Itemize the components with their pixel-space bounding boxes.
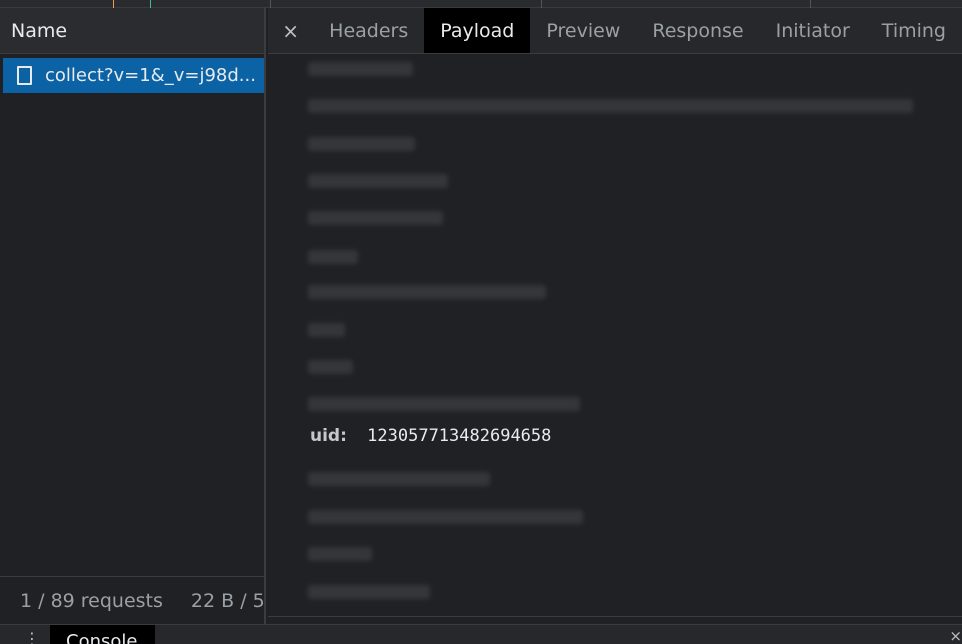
request-row-collect[interactable]: collect?v=1&_v=j98d... <box>3 58 264 93</box>
overview-marker-orange <box>113 0 114 8</box>
document-icon <box>17 66 32 85</box>
uid-key: uid: <box>310 426 347 446</box>
tab-console[interactable]: Console <box>50 625 155 644</box>
details-bottom-border <box>268 616 962 624</box>
blurred-payload-row <box>308 211 443 225</box>
blurred-payload-row <box>308 285 546 299</box>
tab-response[interactable]: Response <box>636 8 759 53</box>
overview-marker-teal <box>150 0 151 8</box>
tab-initiator[interactable]: Initiator <box>760 8 866 53</box>
request-list-footer: 1 / 89 requests 22 B / 5. <box>0 576 264 624</box>
bottom-drawer: ⋮ Console × <box>0 624 962 644</box>
blurred-payload-row <box>308 472 490 486</box>
blurred-payload-row <box>308 174 448 188</box>
tab-headers[interactable]: Headers <box>313 8 424 53</box>
transferred-size: 22 B / 5. <box>190 589 264 612</box>
blurred-payload-row <box>308 585 430 599</box>
name-column-label: Name <box>11 19 68 42</box>
request-count: 1 / 89 requests <box>20 589 163 612</box>
blurred-payload-row <box>308 250 358 264</box>
payload-uid-row: uid: 123057713482694658 <box>310 426 551 446</box>
tab-payload[interactable]: Payload <box>424 8 531 53</box>
tab-preview[interactable]: Preview <box>530 8 636 53</box>
payload-content: uid: 123057713482694658 <box>268 54 962 616</box>
request-list-panel: Name collect?v=1&_v=j98d... 1 / 89 reque… <box>0 8 266 624</box>
blurred-payload-row <box>308 137 415 151</box>
uid-value[interactable]: 123057713482694658 <box>367 426 551 446</box>
more-options-icon[interactable]: ⋮ <box>24 629 40 644</box>
request-name: collect?v=1&_v=j98d... <box>45 65 256 86</box>
drawer-close-icon[interactable]: × <box>949 627 962 644</box>
blurred-payload-row <box>308 547 372 561</box>
blurred-payload-row <box>308 323 345 337</box>
network-overview-strip <box>0 0 962 8</box>
name-column-header[interactable]: Name <box>0 8 264 54</box>
overview-divider <box>270 0 271 8</box>
overview-divider <box>541 0 542 8</box>
blurred-payload-row <box>308 510 583 524</box>
blurred-payload-row <box>308 62 413 76</box>
blurred-payload-row <box>308 99 913 113</box>
details-tab-bar: × Headers Payload Preview Response Initi… <box>268 8 962 54</box>
blurred-payload-row <box>308 397 580 411</box>
blurred-payload-row <box>308 360 353 374</box>
tab-timing[interactable]: Timing <box>866 8 962 53</box>
overview-divider <box>810 0 811 8</box>
close-icon[interactable]: × <box>268 8 313 53</box>
request-details-panel: × Headers Payload Preview Response Initi… <box>268 8 962 624</box>
